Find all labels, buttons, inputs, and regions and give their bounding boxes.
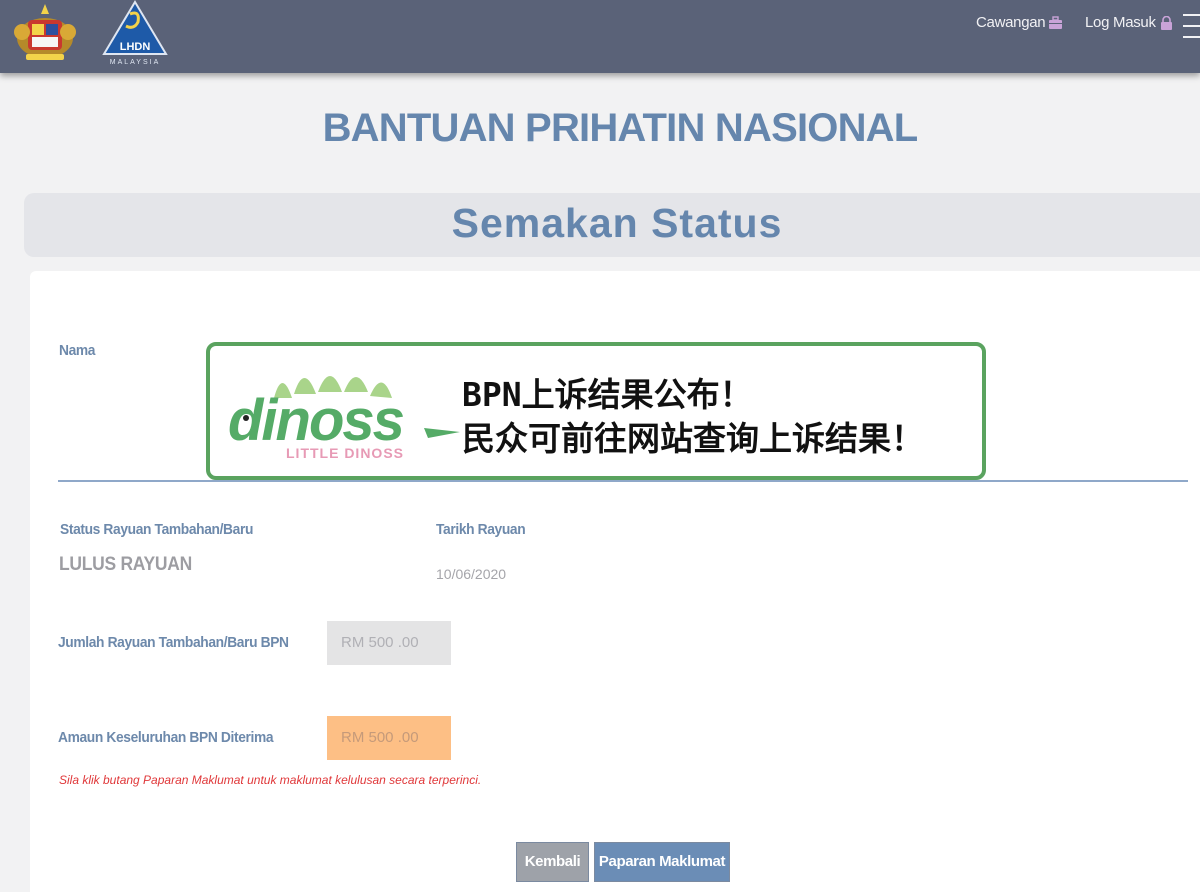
nav-cawangan-label: Cawangan xyxy=(976,14,1046,31)
lhdn-logo-subtext: MALAYSIA xyxy=(110,59,161,66)
section-divider xyxy=(58,480,1188,482)
paparan-maklumat-button[interactable]: Paparan Maklumat xyxy=(594,842,730,882)
little-dinoss-subtext: LITTLE DINOSS xyxy=(286,445,404,461)
nav-log-masuk-link[interactable]: Log Masuk xyxy=(1085,14,1173,31)
briefcase-icon xyxy=(1049,15,1063,29)
amaun-diterima-label: Amaun Keseluruhan BPN Diterima xyxy=(58,729,274,746)
nav-cawangan-link[interactable]: Cawangan xyxy=(976,14,1063,31)
status-rayuan-label: Status Rayuan Tambahan/Baru xyxy=(60,521,254,538)
tarikh-rayuan-value: 10/06/2020 xyxy=(436,566,507,582)
little-dinoss-logo-text: dinoss xyxy=(228,388,404,453)
page-title: BANTUAN PRIHATIN NASIONAL xyxy=(322,106,919,150)
lhdn-logo-text: LHDN xyxy=(120,41,151,53)
malaysia-crest-logo[interactable] xyxy=(12,2,78,64)
banner-headline-2: 民众可前往网站查询上诉结果！ xyxy=(462,419,924,458)
jumlah-rayuan-field: RM 500 .00 xyxy=(327,621,451,665)
kembali-button[interactable]: Kembali xyxy=(516,842,589,882)
lock-icon xyxy=(1160,15,1172,30)
tarikh-rayuan-label: Tarikh Rayuan xyxy=(436,521,526,538)
top-header: LHDN MALAYSIA Cawangan Log Masuk xyxy=(0,0,1200,73)
status-rayuan-value: LULUS RAYUAN xyxy=(59,554,192,575)
hamburger-menu-icon[interactable] xyxy=(1183,14,1200,40)
lhdn-logo[interactable]: LHDN MALAYSIA xyxy=(100,0,170,68)
amaun-diterima-field: RM 500 .00 xyxy=(327,716,451,760)
nav-log-masuk-label: Log Masuk xyxy=(1085,14,1156,31)
section-title: Semakan Status xyxy=(451,200,783,246)
news-banner-overlay: dinoss LITTLE DINOSS BPN上诉结果公布！ 民众可前往网站查… xyxy=(206,342,986,480)
nama-label: Nama xyxy=(59,342,96,359)
banner-headline-1: BPN上诉结果公布！ xyxy=(462,375,753,414)
little-dinoss-logo: dinoss LITTLE DINOSS xyxy=(228,376,460,461)
jumlah-rayuan-label: Jumlah Rayuan Tambahan/Baru BPN xyxy=(58,634,289,651)
instruction-note: Sila klik butang Paparan Maklumat untuk … xyxy=(59,773,482,787)
